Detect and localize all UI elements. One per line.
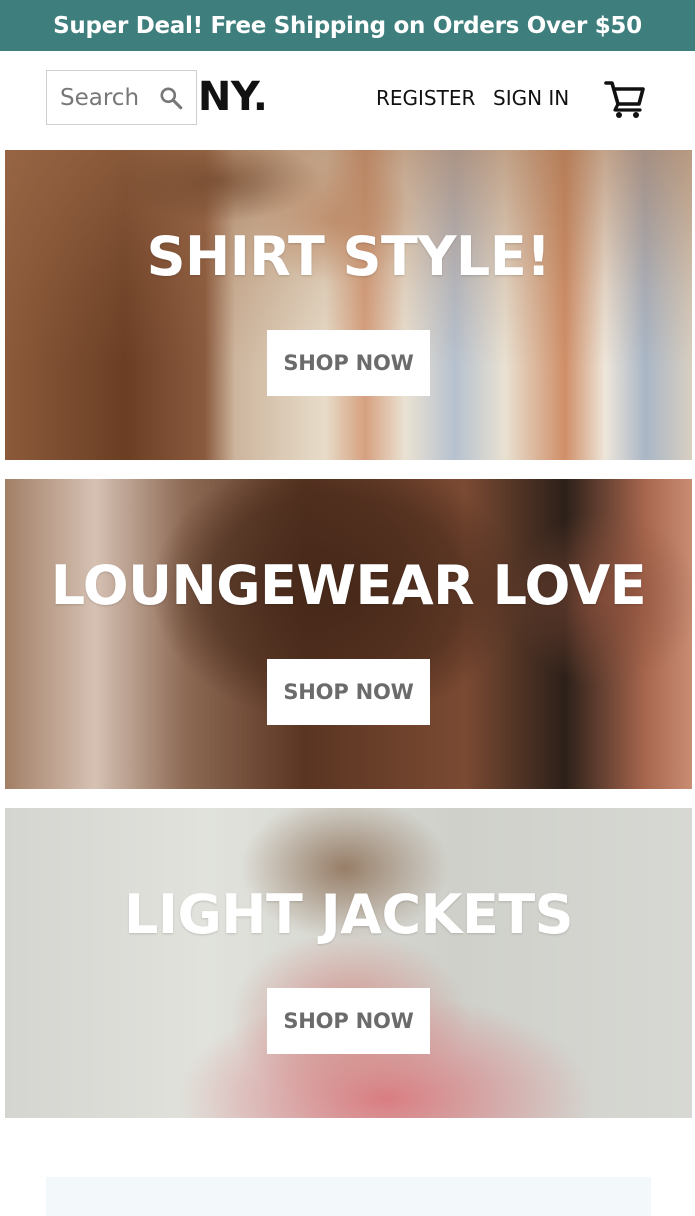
banner-title: SHIRT STYLE!	[146, 225, 551, 288]
register-link[interactable]: REGISTER	[376, 85, 475, 111]
shop-now-button[interactable]: SHOP NOW	[267, 988, 430, 1054]
banner-loungewear-love: LOUNGEWEAR LOVE SHOP NOW	[5, 479, 692, 789]
footer-section	[46, 1177, 651, 1216]
banner-title: LOUNGEWEAR LOVE	[50, 554, 647, 617]
banner-image	[5, 479, 692, 789]
promo-text: Super Deal! Free Shipping on Orders Over…	[53, 12, 642, 39]
sign-in-link[interactable]: SIGN IN	[493, 85, 569, 111]
banner-shirt-style: SHIRT STYLE! SHOP NOW	[5, 150, 692, 460]
search-box[interactable]	[46, 70, 197, 125]
site-header: IONY. REGISTER SIGN IN	[0, 51, 695, 150]
search-input[interactable]	[60, 84, 156, 111]
shop-now-button[interactable]: SHOP NOW	[267, 659, 430, 725]
banner-title: LIGHT JACKETS	[123, 883, 574, 946]
shop-now-button[interactable]: SHOP NOW	[267, 330, 430, 396]
banner-image	[5, 808, 692, 1118]
promo-bar: Super Deal! Free Shipping on Orders Over…	[0, 0, 695, 51]
shopping-cart-icon[interactable]	[603, 77, 647, 119]
banner-image	[5, 150, 692, 460]
banner-light-jackets: LIGHT JACKETS SHOP NOW	[5, 808, 692, 1118]
search-icon[interactable]	[158, 85, 184, 111]
